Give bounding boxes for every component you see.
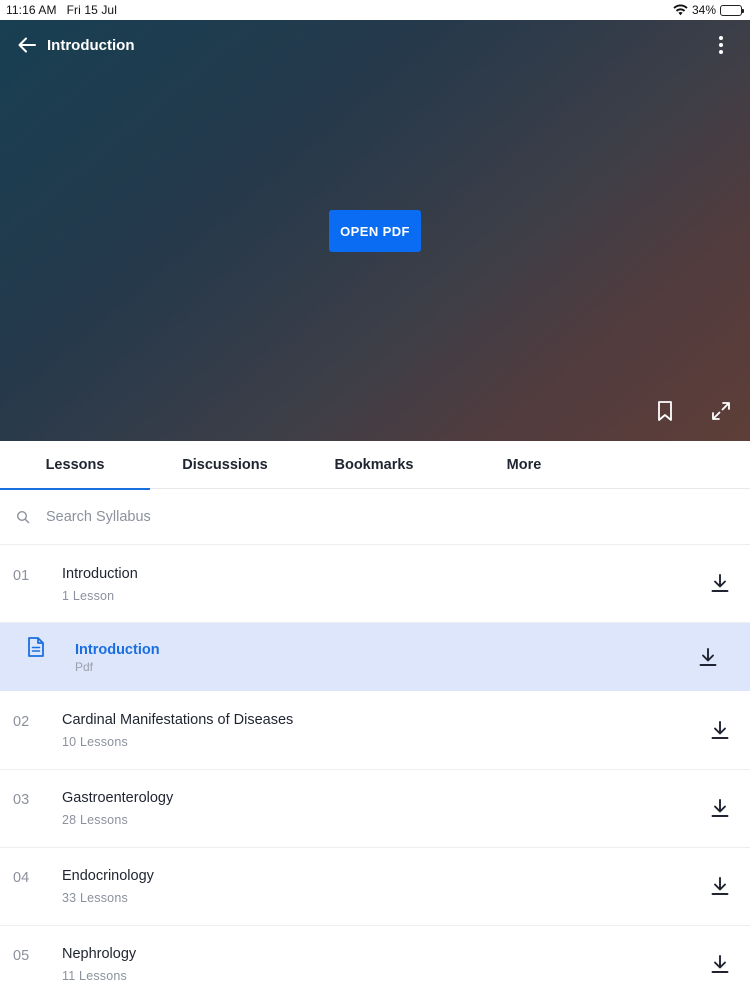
chapter-row[interactable]: 01 Introduction 1 Lesson xyxy=(0,545,750,623)
status-bar: 11:16 AM Fri 15 Jul 34% xyxy=(0,0,750,20)
open-pdf-button[interactable]: OPEN PDF xyxy=(329,210,421,252)
chapter-row[interactable]: 04 Endocrinology 33 Lessons xyxy=(0,848,750,926)
chapter-number: 05 xyxy=(13,948,30,964)
download-icon[interactable] xyxy=(710,798,730,818)
chapter-lesson-count: 1 Lesson xyxy=(62,589,115,603)
chapter-row[interactable]: 02 Cardinal Manifestations of Diseases 1… xyxy=(0,691,750,770)
tab-lessons[interactable]: Lessons xyxy=(0,441,150,490)
viewer-title: Introduction xyxy=(47,37,135,54)
download-icon[interactable] xyxy=(698,647,718,667)
lesson-title: Introduction xyxy=(75,642,160,658)
chapter-row[interactable]: 05 Nephrology 11 Lessons xyxy=(0,926,750,1000)
back-arrow-icon[interactable] xyxy=(16,34,38,56)
expand-icon[interactable] xyxy=(710,400,732,422)
status-left: 11:16 AM Fri 15 Jul xyxy=(6,3,117,17)
tab-bar: Lessons Discussions Bookmarks More xyxy=(0,441,750,490)
search-input[interactable] xyxy=(46,504,726,530)
chapter-lesson-count: 10 Lessons xyxy=(62,735,128,749)
chapter-lesson-count: 28 Lessons xyxy=(62,813,128,827)
download-icon[interactable] xyxy=(710,573,730,593)
download-icon[interactable] xyxy=(710,876,730,896)
search-bar xyxy=(0,490,750,545)
chapter-title: Cardinal Manifestations of Diseases xyxy=(62,712,294,728)
chapter-number: 04 xyxy=(13,870,30,886)
tab-discussions[interactable]: Discussions xyxy=(150,441,300,489)
search-icon xyxy=(16,510,30,524)
pdf-viewer: Introduction OPEN PDF xyxy=(0,20,750,441)
chapter-title: Nephrology xyxy=(62,946,137,962)
chapter-row[interactable]: 03 Gastroenterology 28 Lessons xyxy=(0,770,750,848)
chapter-number: 03 xyxy=(13,792,30,808)
chapter-number: 01 xyxy=(13,568,30,584)
more-vertical-icon[interactable] xyxy=(712,34,730,56)
download-icon[interactable] xyxy=(710,720,730,740)
chapter-lesson-count: 11 Lessons xyxy=(62,969,128,983)
chapter-number: 02 xyxy=(13,714,30,730)
status-right: 34% xyxy=(673,3,744,17)
download-icon[interactable] xyxy=(710,954,730,974)
chapter-title: Endocrinology xyxy=(62,868,154,884)
chapter-title: Gastroenterology xyxy=(62,790,174,806)
tab-bookmarks[interactable]: Bookmarks xyxy=(299,441,449,489)
document-icon xyxy=(28,637,44,657)
chapter-lesson-count: 33 Lessons xyxy=(62,891,128,905)
bookmark-icon[interactable] xyxy=(655,400,675,422)
battery-icon xyxy=(720,4,744,16)
status-date: Fri 15 Jul xyxy=(66,3,117,17)
battery-percent: 34% xyxy=(691,3,716,17)
tab-more[interactable]: More xyxy=(449,441,599,489)
lesson-type: Pdf xyxy=(75,660,94,674)
status-time: 11:16 AM xyxy=(6,3,57,17)
chapter-title: Introduction xyxy=(62,566,138,582)
lesson-row-active[interactable]: Introduction Pdf xyxy=(0,623,750,691)
wifi-icon xyxy=(673,4,688,16)
